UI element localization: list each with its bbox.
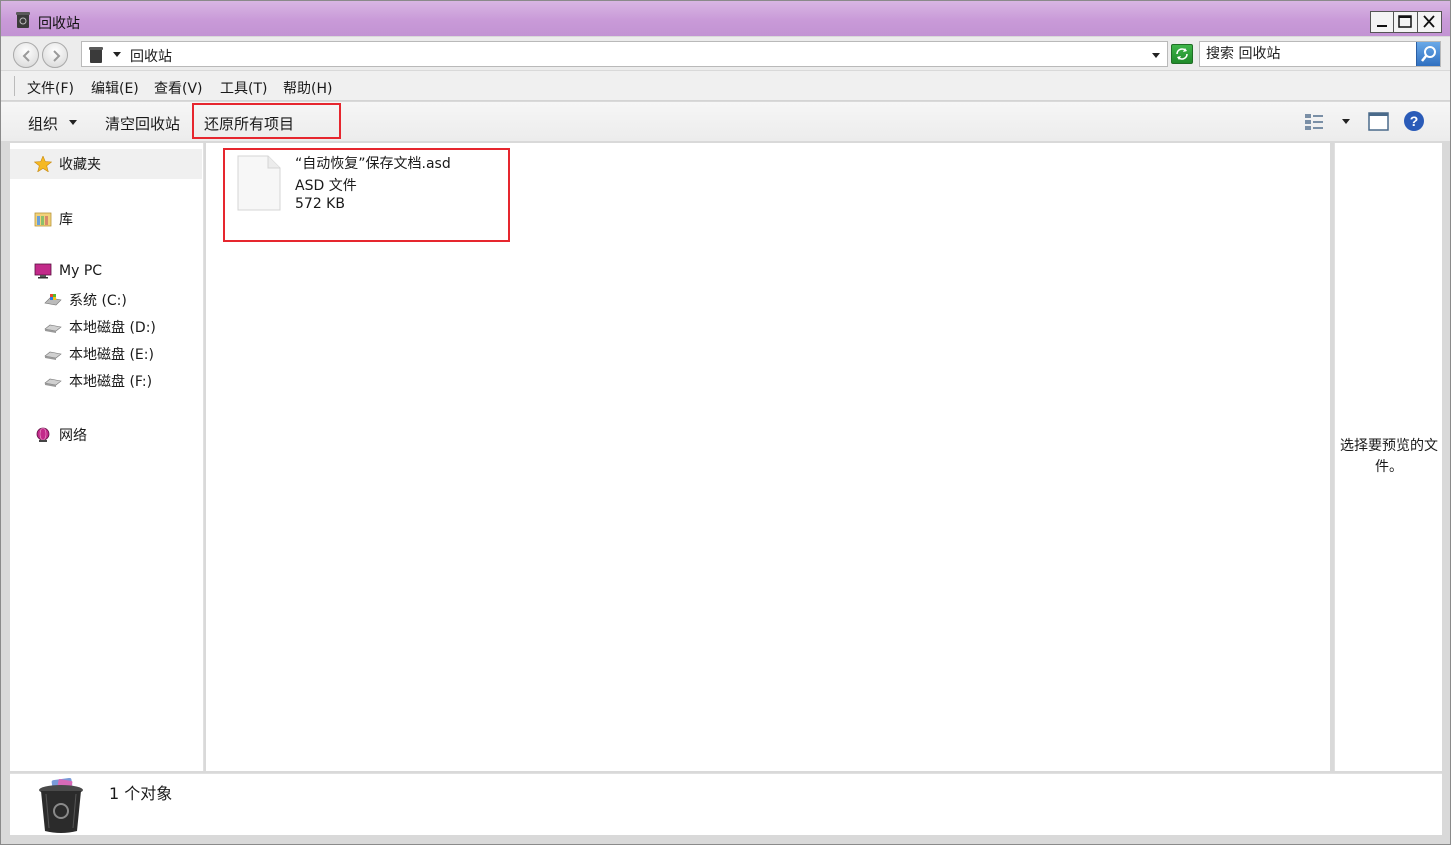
- file-name: “自动恢复”保存文档.asd: [295, 156, 451, 172]
- recycle-bin-icon: [16, 12, 30, 28]
- refresh-button[interactable]: [1171, 44, 1193, 64]
- forward-arrow-icon: [53, 50, 61, 62]
- window-title: 回收站: [38, 16, 80, 32]
- file-list: “自动恢复”保存文档.asd ASD 文件 572 KB: [206, 143, 1330, 771]
- menu-tools[interactable]: 工具(T): [220, 78, 267, 98]
- maximize-icon: [1398, 15, 1412, 28]
- menu-file[interactable]: 文件(F): [27, 78, 74, 98]
- preview-message: 选择要预览的文件。: [1340, 438, 1438, 475]
- nav-item-favorites[interactable]: 收藏夹: [34, 154, 101, 174]
- nav-item-drive-f[interactable]: 本地磁盘 (F:): [44, 371, 152, 391]
- nav-item-drive-e[interactable]: 本地磁盘 (E:): [44, 344, 154, 364]
- preview-pane: 选择要预览的文件。: [1334, 143, 1442, 771]
- view-options-icon[interactable]: [1303, 111, 1327, 133]
- nav-item-drive-c[interactable]: 系统 (C:): [44, 290, 127, 310]
- search-icon: [1421, 46, 1436, 62]
- title-bar: 回收站: [1, 1, 1450, 36]
- nav-computer-label: My PC: [59, 263, 103, 279]
- menu-bar: 文件(F) 编辑(E) 查看(V) 工具(T) 帮助(H): [1, 71, 1450, 101]
- address-row: 回收站: [1, 37, 1450, 70]
- nav-drive-d-label: 本地磁盘 (D:): [69, 320, 156, 336]
- explorer-window: 回收站 回收站 搜索 回收站 文件(F) 编辑(E) 查看(V) 工具(T) 帮…: [0, 0, 1451, 845]
- close-icon: [1423, 15, 1435, 28]
- close-button[interactable]: [1418, 11, 1442, 33]
- computer-icon: [34, 263, 52, 279]
- search-button[interactable]: [1416, 42, 1440, 66]
- file-size: 572 KB: [295, 196, 345, 212]
- nav-drive-c-label: 系统 (C:): [69, 293, 127, 309]
- nav-favorites-label: 收藏夹: [59, 157, 101, 173]
- back-arrow-icon: [22, 50, 30, 62]
- maximize-button[interactable]: [1394, 11, 1418, 33]
- hard-drive-icon: [44, 324, 62, 333]
- menu-help[interactable]: 帮助(H): [283, 78, 332, 98]
- nav-libraries-label: 库: [59, 212, 73, 228]
- address-bar[interactable]: 回收站: [81, 41, 1168, 67]
- document-icon: [237, 155, 281, 211]
- nav-drive-e-label: 本地磁盘 (E:): [69, 347, 154, 363]
- forward-button[interactable]: [42, 42, 68, 68]
- chevron-down-icon[interactable]: [68, 119, 78, 127]
- search-box[interactable]: [1199, 41, 1441, 67]
- command-bar: 组织 清空回收站 还原所有项目 ?: [1, 102, 1450, 142]
- library-icon: [34, 212, 52, 227]
- empty-recycle-bin-button[interactable]: 清空回收站: [105, 113, 180, 134]
- details-pane: 1 个对象: [10, 773, 1442, 835]
- chevron-down-icon[interactable]: [112, 51, 122, 59]
- nav-item-computer[interactable]: My PC: [34, 263, 102, 279]
- organize-button[interactable]: 组织: [28, 113, 58, 134]
- network-icon: [36, 427, 50, 442]
- star-icon: [34, 156, 52, 172]
- preview-pane-icon[interactable]: [1368, 112, 1390, 132]
- nav-item-drive-d[interactable]: 本地磁盘 (D:): [44, 317, 156, 337]
- nav-item-network[interactable]: 网络: [34, 425, 87, 445]
- refresh-icon: [1176, 48, 1188, 60]
- back-button[interactable]: [13, 42, 39, 68]
- minimize-button[interactable]: [1370, 11, 1394, 33]
- minimize-icon: [1377, 25, 1387, 27]
- help-icon[interactable]: ?: [1403, 110, 1425, 132]
- nav-drive-f-label: 本地磁盘 (F:): [69, 374, 153, 390]
- menu-view[interactable]: 查看(V): [154, 78, 203, 98]
- file-type: ASD 文件: [295, 178, 357, 194]
- nav-network-label: 网络: [59, 428, 87, 444]
- recycle-bin-icon: [39, 778, 83, 833]
- view-dropdown-icon[interactable]: [1341, 118, 1351, 126]
- nav-item-libraries[interactable]: 库: [34, 209, 73, 229]
- system-drive-icon: [44, 294, 62, 306]
- recycle-bin-icon: [89, 47, 103, 63]
- menu-edit[interactable]: 编辑(E): [91, 78, 139, 98]
- item-count: 1 个对象: [109, 784, 173, 803]
- svg-text:?: ?: [1410, 113, 1419, 129]
- navigation-pane: 收藏夹 库 My PC 系统 (C:) 本地磁盘 (D:) 本地磁盘 (E:) …: [10, 143, 204, 771]
- hard-drive-icon: [44, 351, 62, 360]
- address-dropdown-icon[interactable]: [1151, 52, 1161, 60]
- restore-all-button[interactable]: 还原所有项目: [204, 113, 294, 134]
- address-path[interactable]: 回收站: [130, 46, 172, 66]
- hard-drive-icon: [44, 378, 62, 387]
- search-input[interactable]: [1206, 45, 1414, 63]
- menu-separator: [14, 76, 15, 96]
